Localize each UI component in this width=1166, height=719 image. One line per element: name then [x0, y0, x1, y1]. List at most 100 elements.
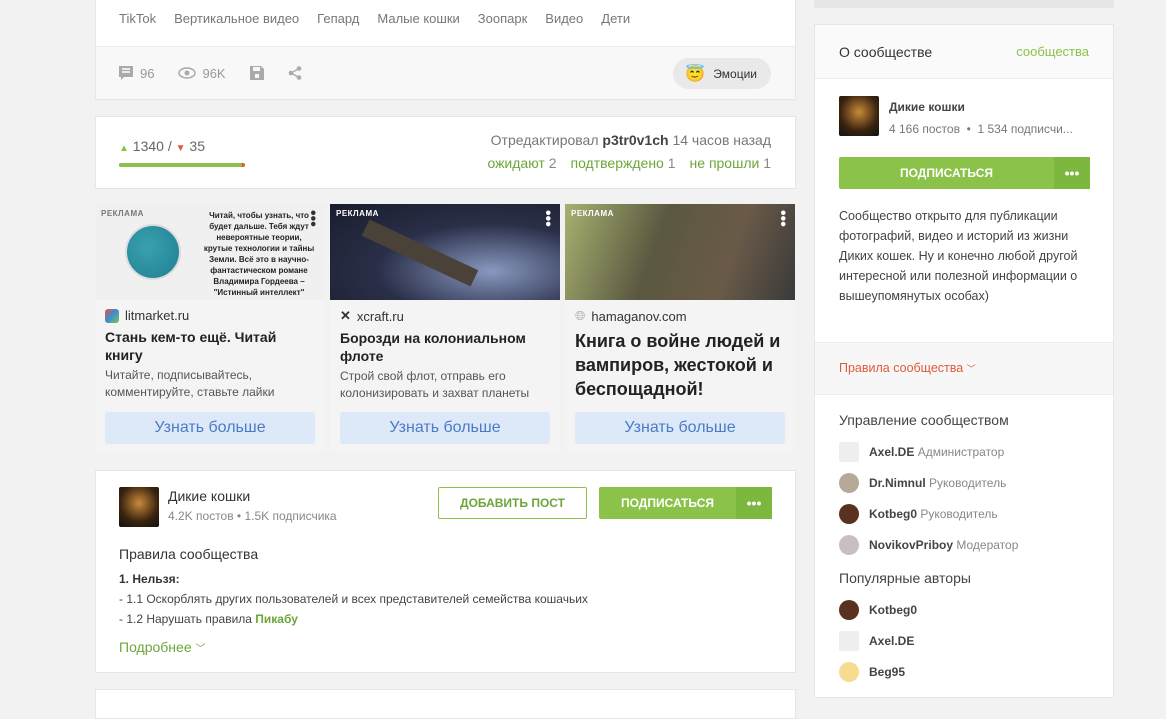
ad-image[interactable]: РЕКЛАМА ••• [565, 204, 795, 300]
confirmed-edits[interactable]: подтверждено 1 [571, 155, 676, 171]
ad-image[interactable]: Читай, чтобы узнать, что будет дальше. Т… [95, 204, 325, 300]
authors-list: Kotbeg0 Axel.DE Beg95 [839, 594, 1099, 687]
ad-menu-icon[interactable]: ••• [774, 210, 791, 227]
avatar [839, 599, 859, 620]
community-avatar[interactable] [839, 96, 879, 136]
ad-title[interactable]: Борозди на колониальном флоте [330, 324, 560, 365]
subscribe-button-group: ПОДПИСАТЬСЯ ••• [839, 157, 1090, 189]
comments-button[interactable]: 96 [118, 65, 154, 81]
ad-card[interactable]: Читай, чтобы узнать, что будет дальше. Т… [95, 204, 325, 452]
edited-prefix: Отредактировал [490, 132, 599, 148]
emotions-button[interactable]: 😇 Эмоции [673, 58, 771, 89]
member-item[interactable]: NovikovPriboy Модератор [839, 529, 1099, 560]
pending-edits[interactable]: ожидают 2 [487, 155, 556, 171]
author-name: Beg95 [869, 664, 906, 679]
pikabu-link[interactable]: Пикабу [255, 612, 298, 626]
management-list: Axel.DE Администратор Dr.Nimnul Руководи… [839, 436, 1099, 560]
ad-domain: ✕ xcraft.ru [330, 300, 560, 324]
rule-item: - 1.1 Оскорблять других пользователей и … [119, 592, 588, 606]
avatar [839, 661, 859, 682]
views: 96K [178, 65, 226, 81]
more-link-text: Подробнее [119, 639, 192, 655]
community-avatar[interactable] [119, 487, 159, 527]
save-button[interactable] [249, 66, 264, 80]
more-button[interactable]: ••• [736, 487, 772, 519]
member-item[interactable]: Kotbeg0 Руководитель [839, 498, 1099, 529]
ad-title[interactable]: Стань кем-то ещё. Читай книгу [95, 323, 325, 364]
learn-more-button[interactable]: Узнать больше [575, 412, 785, 444]
avatar [839, 630, 859, 651]
ad-card[interactable]: РЕКЛАМА ••• 🌐︎ hamaganov.com Книга о войн… [565, 204, 795, 452]
member-name: Axel.DE [869, 444, 915, 459]
spaceship-shape [361, 219, 479, 287]
member-item[interactable]: Dr.Nimnul Руководитель [839, 467, 1099, 498]
upvote-icon[interactable]: ▲ [119, 143, 129, 154]
ad-menu-icon[interactable]: ••• [539, 210, 556, 227]
authors-title: Популярные авторы [839, 570, 971, 586]
member-name: NovikovPriboy [869, 537, 954, 552]
post-footer: 96 96K 😇 Эмоции [96, 46, 795, 99]
rule-text: - 1.2 Нарушать правила [119, 612, 252, 626]
ad-description: Читайте, подписывайтесь, комментируйте, … [105, 368, 275, 399]
ad-image-text: Читай, чтобы узнать, что будет дальше. Т… [203, 211, 315, 296]
author-name: Kotbeg0 [869, 602, 917, 617]
avatar [839, 503, 859, 524]
emotion-faces-icon: 😇 [685, 65, 706, 83]
tag[interactable]: Гепард [317, 11, 359, 37]
member-item[interactable]: Axel.DE Администратор [839, 436, 1099, 467]
globe-icon: 🌐︎ [575, 308, 586, 323]
share-button[interactable] [288, 66, 302, 80]
eye-icon [178, 67, 197, 79]
subscribe-button[interactable]: ПОДПИСАТЬСЯ [599, 496, 736, 510]
upvotes: 1340 [132, 138, 164, 154]
community-name[interactable]: Дикие кошки [168, 488, 250, 504]
ad-menu-icon[interactable]: ••• [304, 210, 321, 227]
tag-list: TikTok Вертикальное видео Гепард Малые к… [96, 0, 795, 48]
learn-more-button[interactable]: Узнать больше [340, 412, 550, 444]
ad-badge: РЕКЛАМА [336, 209, 379, 218]
downvotes: 35 [189, 138, 205, 154]
views-count: 96K [202, 65, 226, 81]
rules-title: Правила сообщества [119, 546, 259, 562]
tag[interactable]: Малые кошки [377, 11, 459, 37]
ad-badge: РЕКЛАМА [571, 209, 614, 218]
rating-card: ▲ 1340 / ▼ 35 Отредактировал p3tr0v1ch 1… [95, 116, 796, 189]
management-title: Управление сообществом [839, 412, 1009, 428]
community-stats: 4.2K постов • 1.5K подписчика [168, 509, 337, 523]
community-name[interactable]: Дикие кошки [889, 100, 965, 114]
post-card: TikTok Вертикальное видео Гепард Малые к… [95, 0, 796, 100]
ad-title[interactable]: Книга о войне людей и вампиров, жестокой… [565, 324, 795, 401]
tag[interactable]: Дети [601, 11, 630, 37]
pending-label: ожидают [487, 155, 545, 171]
more-link[interactable]: Подробнее ﹀ [119, 639, 206, 655]
comments-count: 96 [140, 65, 155, 81]
more-button[interactable]: ••• [1054, 157, 1090, 189]
rules-section: Правила сообщества ﹀ [815, 342, 1113, 395]
author-item[interactable]: Axel.DE [839, 625, 1099, 656]
save-icon [249, 66, 264, 80]
author-item[interactable]: Kotbeg0 [839, 594, 1099, 625]
downvote-icon[interactable]: ▼ [176, 143, 186, 154]
author-item[interactable]: Beg95 [839, 656, 1099, 687]
learn-more-button[interactable]: Узнать больше [105, 412, 315, 444]
tag[interactable]: TikTok [119, 11, 156, 37]
add-post-button[interactable]: ДОБАВИТЬ ПОСТ [438, 487, 587, 519]
chevron-down-icon: ﹀ [966, 364, 976, 374]
rating-score: ▲ 1340 / ▼ 35 [119, 138, 205, 154]
avatar [839, 441, 859, 462]
rating-bar [119, 163, 245, 167]
ad-domain-text: xcraft.ru [356, 308, 404, 324]
rules-link[interactable]: Правила сообщества ﹀ [839, 361, 976, 375]
tag[interactable]: Зоопарк [478, 11, 528, 37]
avatar [839, 472, 859, 493]
ad-description: Строй свой флот, отправь его колонизиров… [340, 369, 530, 400]
subscribe-button[interactable]: ПОДПИСАТЬСЯ [839, 166, 1054, 180]
rejected-edits[interactable]: не прошли 1 [690, 155, 771, 171]
edit-info: Отредактировал p3tr0v1ch 14 часов назад [491, 132, 771, 148]
tag[interactable]: Видео [545, 11, 583, 37]
ad-card[interactable]: РЕКЛАМА ••• ✕ xcraft.ru Борозди на колони… [330, 204, 560, 452]
ad-image[interactable]: РЕКЛАМА ••• [330, 204, 560, 300]
editor-link[interactable]: p3tr0v1ch [602, 132, 668, 148]
tag[interactable]: Вертикальное видео [174, 11, 299, 37]
communities-link[interactable]: сообщества [1016, 44, 1089, 59]
